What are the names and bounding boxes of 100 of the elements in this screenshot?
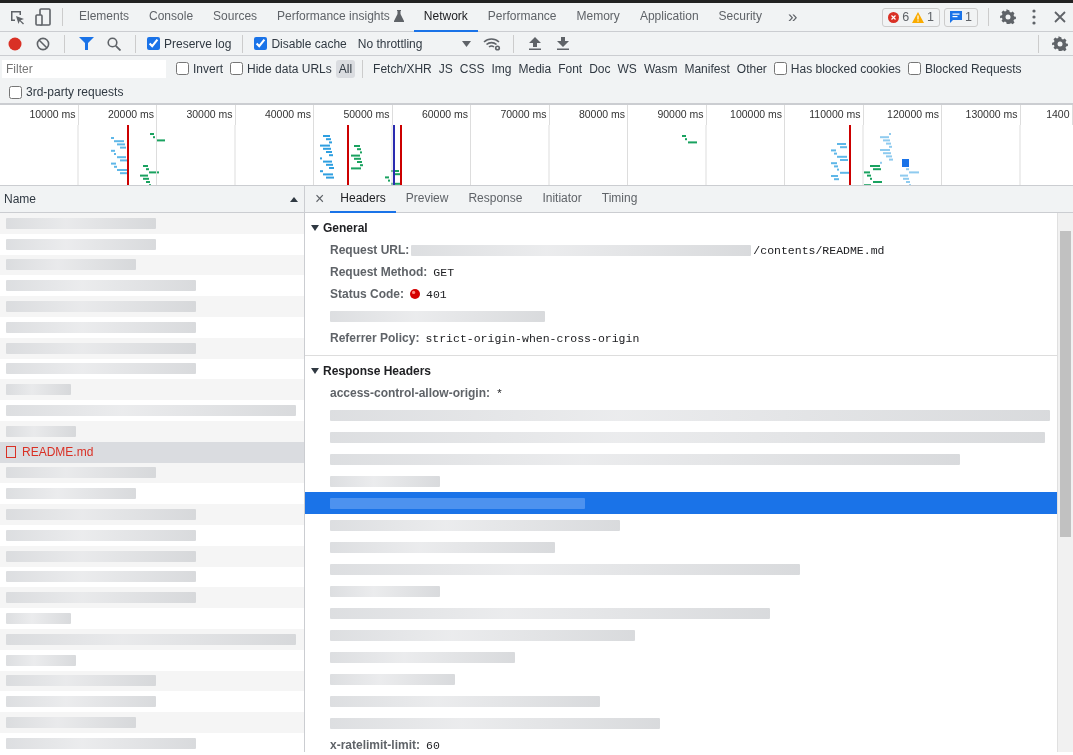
request-row[interactable] (0, 504, 304, 525)
checkbox[interactable] (773, 62, 787, 75)
request-row[interactable] (0, 254, 304, 276)
header-name: x-ratelimit-limit: (330, 738, 420, 752)
request-row[interactable] (0, 296, 304, 317)
message-icon (950, 11, 963, 23)
column-header[interactable]: Name (4, 192, 36, 206)
time-tick: 120000 ms (863, 105, 942, 125)
checkbox-label[interactable]: 3rd-party requests (26, 85, 124, 99)
request-row[interactable] (0, 420, 304, 442)
checkbox[interactable] (907, 62, 921, 75)
time-tick: 70000 ms (471, 105, 550, 125)
checkbox[interactable] (9, 85, 22, 99)
checkbox-label[interactable]: Preserve log (164, 36, 232, 51)
request-row[interactable] (0, 628, 304, 650)
request-row[interactable] (0, 379, 304, 401)
detail-tab[interactable]: Preview (395, 186, 459, 213)
section-header[interactable]: Response Headers (305, 360, 438, 382)
checkbox[interactable] (176, 62, 189, 75)
request-row[interactable] (0, 213, 304, 234)
checkbox-label[interactable]: Invert (193, 61, 223, 76)
panel-tab[interactable]: Application (629, 3, 709, 32)
detail-tab[interactable]: Initiator (532, 186, 592, 213)
section-header[interactable]: General (305, 217, 374, 239)
request-name: README.md (22, 445, 94, 460)
checkbox[interactable] (147, 37, 160, 50)
header-value: 60 (426, 738, 440, 752)
panel-tab[interactable]: Security (708, 3, 772, 32)
issues-badge[interactable]: 6 1 (882, 7, 941, 27)
header-value: * (496, 386, 503, 400)
time-tick: 80000 ms (549, 105, 628, 125)
type-filter[interactable]: Other (733, 59, 770, 78)
header-name: Request URL: (330, 243, 410, 257)
sort-icon (290, 196, 298, 202)
redacted-text (6, 613, 71, 625)
messages-badge[interactable]: 1 (944, 7, 978, 27)
more-icon (1032, 9, 1036, 25)
file-icon (6, 446, 16, 459)
wifi-gear-icon (483, 36, 502, 51)
header-value: /contents/README.md (753, 243, 885, 257)
redacted-text (6, 384, 71, 396)
type-filter[interactable]: All (335, 59, 356, 78)
checkbox-label[interactable]: Has blocked cookies (790, 61, 901, 76)
header-name: access-control-allow-origin: (330, 386, 491, 400)
detail-tab[interactable]: Timing (591, 186, 648, 213)
redacted-text (6, 654, 76, 666)
triangle-icon (311, 224, 319, 232)
type-filter[interactable]: Img (488, 59, 515, 78)
header-name: Referrer Policy: (330, 331, 420, 345)
status-error-icon (410, 289, 420, 299)
checkbox[interactable] (254, 37, 268, 50)
close-button[interactable]: × (309, 190, 331, 208)
request-row[interactable] (0, 545, 304, 567)
request-row[interactable] (0, 712, 304, 733)
panel-tab[interactable]: Memory (566, 3, 630, 32)
panel-tab[interactable]: Elements (69, 3, 140, 32)
type-filter[interactable]: JS (435, 59, 456, 78)
detail-tab[interactable]: Headers (330, 186, 396, 213)
request-row[interactable] (0, 337, 304, 359)
caret-icon (462, 40, 472, 47)
type-filter[interactable]: CSS (456, 59, 488, 78)
panel-tab[interactable]: Performance (477, 3, 567, 32)
panel-tab[interactable]: Performance insights (267, 3, 414, 32)
header-name: Request Method: (330, 265, 428, 279)
download-icon (557, 37, 570, 50)
panel-tab[interactable]: Sources (203, 3, 268, 32)
type-filter[interactable]: Wasm (640, 59, 681, 78)
inspect-icon (9, 9, 25, 25)
request-row[interactable] (0, 587, 304, 609)
type-filter[interactable]: Media (515, 59, 555, 78)
clear-icon (36, 36, 50, 51)
more-tabs-button[interactable]: » (779, 7, 806, 27)
throttling-dropdown[interactable]: No throttling (351, 36, 478, 51)
type-filter[interactable]: Manifest (681, 59, 733, 78)
header-name: Status Code: (330, 287, 404, 301)
checkbox-label[interactable]: Disable cache (271, 36, 347, 51)
panel-tab[interactable]: Console (139, 3, 204, 32)
checkbox-label[interactable]: Hide data URLs (247, 61, 332, 76)
type-filter[interactable]: Doc (586, 59, 614, 78)
type-filter[interactable]: WS (614, 59, 640, 78)
error-icon (888, 11, 900, 23)
checkbox[interactable] (230, 62, 243, 75)
search-icon (107, 36, 121, 51)
checkbox-label[interactable]: Blocked Requests (924, 61, 1022, 76)
filter-icon (78, 37, 94, 50)
triangle-icon (311, 367, 319, 375)
time-tick: 130000 ms (942, 105, 1021, 125)
request-row[interactable] (0, 462, 304, 484)
time-tick: 1400 (1020, 105, 1073, 125)
settings-icon (1000, 9, 1016, 25)
settings-icon (1052, 35, 1068, 52)
upload-icon (529, 37, 542, 50)
type-filter[interactable]: Font (555, 59, 586, 78)
warning-icon (912, 11, 925, 23)
time-tick: 30000 ms (157, 105, 236, 125)
filter-field[interactable]: Filter (2, 59, 166, 78)
detail-tab[interactable]: Response (458, 186, 533, 213)
request-row[interactable] (0, 670, 304, 692)
scrollbar-thumb[interactable] (1060, 231, 1071, 537)
type-filter[interactable]: Fetch/XHR (370, 59, 435, 78)
